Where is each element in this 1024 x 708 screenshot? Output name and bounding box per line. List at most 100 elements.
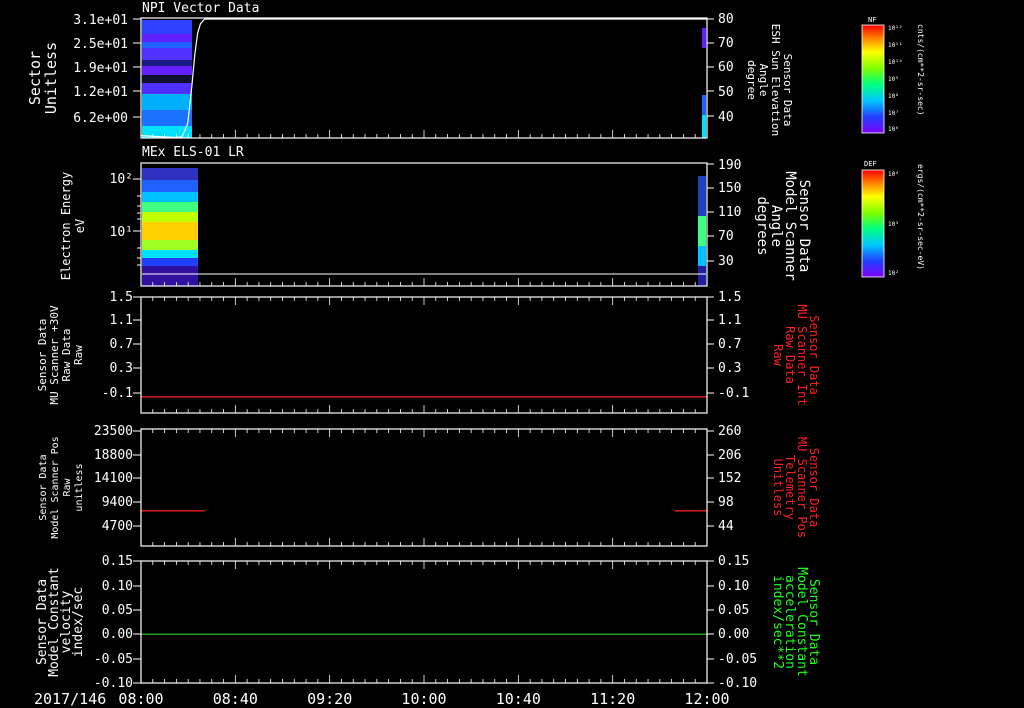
right-tick: 1.1 [718, 313, 741, 328]
right-tick: 98 [718, 495, 734, 510]
panel-title-npi: NPI Vector Data [142, 1, 259, 16]
sun-elevation-line [140, 18, 707, 139]
y-axis-label: Model Scanner Pos [50, 436, 61, 538]
panel-frame-els [140, 162, 708, 287]
y-tick: -0.05 [94, 652, 133, 667]
y-tick: 4700 [102, 519, 133, 534]
right-tick: 70 [718, 36, 734, 51]
y-tick: 14100 [94, 471, 133, 486]
colorbar-tick: 10⁷ [888, 110, 899, 117]
npi-spectrogram [142, 20, 706, 138]
colorbar-label: DEF [864, 160, 877, 168]
right-tick: 0.7 [718, 337, 741, 352]
x-axis: 2017/146 08:00 08:40 09:20 10:00 10:40 11:20 1… [34, 690, 730, 708]
colorbar-tick: 10¹² [888, 25, 902, 32]
y-tick: 1.2e+01 [73, 85, 128, 100]
colorbar-tick: 10² [888, 270, 899, 277]
right-tick: 260 [718, 424, 741, 439]
colorbar-tick: 10⁴ [888, 171, 899, 178]
y-tick: 0.10 [102, 579, 133, 594]
right-tick: 110 [718, 205, 741, 220]
line-panel: 0.15 0.10 0.05 0.00 -0.05 -0.10 0.15 0.10 0.05 0.… [35, 554, 821, 691]
x-tick: 10:40 [496, 690, 541, 708]
colorbar-label: NF [868, 16, 876, 24]
right-tick: 70 [718, 229, 734, 244]
right-tick: 206 [718, 448, 741, 463]
right-axis-label: degrees [754, 196, 770, 255]
right-tick: -0.1 [718, 386, 749, 401]
right-tick: 0.10 [718, 579, 749, 594]
y-axis-label: Sensor Data [38, 454, 49, 520]
x-tick: 11:20 [590, 690, 635, 708]
right-axis-label: degree [745, 60, 758, 100]
y-tick: 10² [110, 172, 133, 187]
colorbar-tick: 10⁹ [888, 76, 899, 83]
y-tick: 10¹ [110, 225, 133, 240]
right-tick: 0.05 [718, 603, 749, 618]
colorbar-tick: 10¹⁰ [888, 59, 902, 66]
panel-npi: NPI Vector Data 3.1e+01 2.5e+01 1.9e+01 [26, 1, 925, 139]
colorbar-tick: 10⁶ [888, 126, 899, 133]
colorbar-tick: 10³ [888, 221, 899, 228]
y-axis-label: Electron Energy [59, 172, 73, 280]
right-tick: 150 [718, 181, 741, 196]
els-spectrogram [142, 168, 706, 286]
y-tick: 2.5e+01 [73, 37, 128, 52]
y-axis-label: index/sec [71, 587, 86, 657]
right-tick: 190 [718, 158, 741, 173]
right-tick: 0.3 [718, 361, 741, 376]
panel-title-els: MEx ELS-01 LR [142, 145, 244, 160]
panel-frame [140, 560, 708, 684]
right-tick: 44 [718, 519, 734, 534]
right-axis-label: Raw [771, 344, 785, 366]
colorbar-tick: 10¹¹ [888, 42, 902, 49]
right-tick: 60 [718, 60, 734, 75]
colorbar-unit: ergs/(cm**2-sr-sec-eV) [916, 164, 925, 270]
y-tick: 0.3 [110, 361, 133, 376]
right-tick: 152 [718, 471, 741, 486]
y-axis-label: Unitless [42, 42, 60, 114]
y-tick: 0.05 [102, 603, 133, 618]
y-tick: 18800 [94, 448, 133, 463]
colorbar-tick: 10⁸ [888, 93, 899, 100]
x-axis-date: 2017/146 [34, 690, 106, 708]
x-tick: 08:40 [213, 690, 258, 708]
right-tick: 1.5 [718, 290, 741, 305]
right-tick: -0.10 [718, 676, 757, 691]
x-tick: 09:20 [307, 690, 352, 708]
line-panel: 23500 18800 14100 9400 4700 260 206 152 98 44 Sens… [38, 424, 821, 547]
y-tick: 0.00 [102, 627, 133, 642]
panel-frame [140, 428, 708, 547]
right-tick: 0.15 [718, 554, 749, 569]
right-tick: -0.05 [718, 652, 757, 667]
y-axis-label: Raw [72, 345, 85, 365]
y-tick: 1.9e+01 [73, 61, 128, 76]
y-tick: -0.10 [94, 676, 133, 691]
y-tick: 9400 [102, 495, 133, 510]
x-tick: 08:00 [118, 690, 163, 708]
panel-els: MEx ELS-01 LR 10² 10¹ 190 150 110 70 30 … [59, 145, 925, 287]
right-tick: 0.00 [718, 627, 749, 642]
colorbar-def: DEF 10⁴ 10³ 10² ergs/(cm**2-sr-sec-eV) [861, 160, 925, 278]
y-axis-label: eV [73, 219, 87, 233]
y-axis-label: unitless [74, 463, 85, 511]
panel-frame-npi [140, 17, 708, 139]
y-tick: 6.2e+00 [73, 111, 128, 126]
y-axis-label: Raw [62, 477, 73, 496]
y-tick: 1.1 [110, 313, 133, 328]
right-tick: 80 [718, 12, 734, 27]
colorbar-unit: cnts/(cm**2-sr-sec) [916, 24, 925, 116]
right-tick: 30 [718, 254, 734, 269]
x-tick: 12:00 [684, 690, 729, 708]
y-tick: 0.7 [110, 337, 133, 352]
right-tick: 40 [718, 110, 734, 125]
colorbar-nf: NF 10¹² 10¹¹ 10¹⁰ 10⁹ 10⁸ 10⁷ 10⁶ cnts/(… [861, 16, 925, 134]
x-tick: 10:00 [401, 690, 446, 708]
spectrogram-figure: NPI Vector Data 3.1e+01 2.5e+01 1.9e+01 [26, 1, 925, 708]
right-axis-label: Unitless [771, 459, 785, 517]
line-panel: 1.51.10.70.3-0.11.51.10.70.3-0.1Sensor D… [36, 290, 821, 414]
right-axis-label: index/sec**2 [770, 575, 785, 669]
panel-frame [140, 296, 708, 414]
y-tick: 0.15 [102, 554, 133, 569]
y-tick: -0.1 [102, 386, 133, 401]
